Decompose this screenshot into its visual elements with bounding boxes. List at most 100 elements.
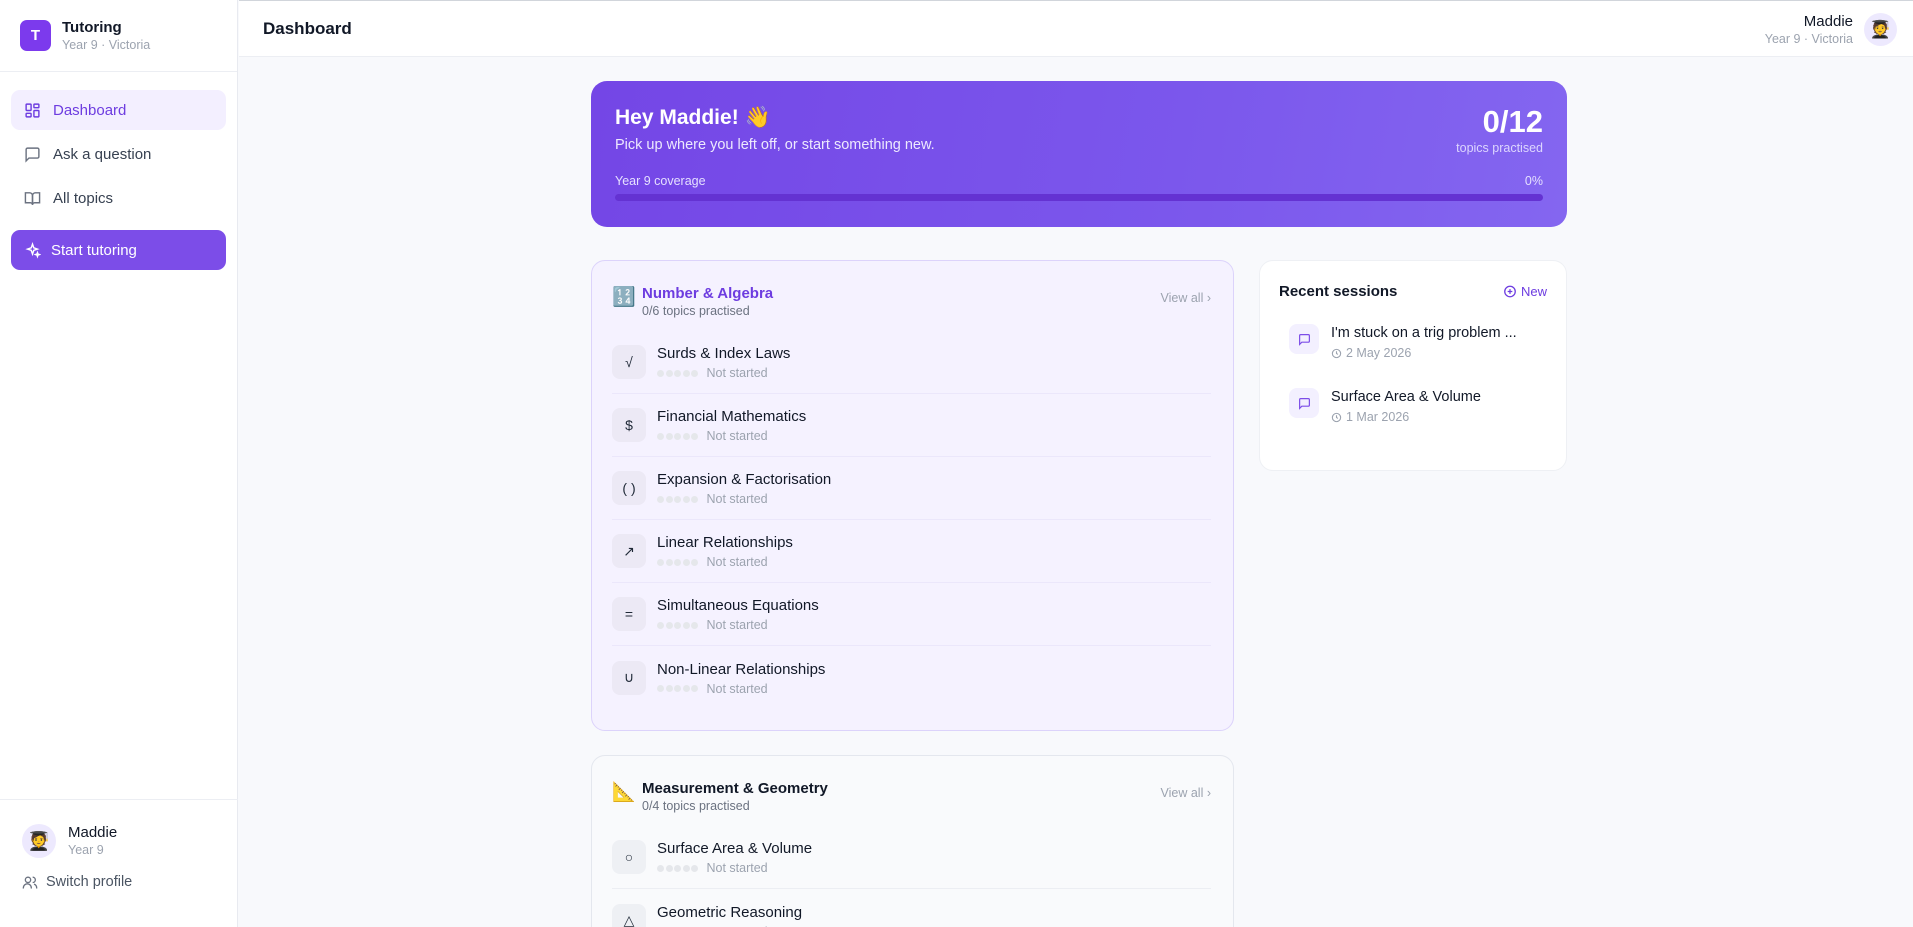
- top-user[interactable]: Maddie Year 9 · Victoria: [1765, 13, 1853, 47]
- hero-subtitle: Pick up where you left off, or start som…: [615, 137, 935, 153]
- mastery-dot: [682, 432, 690, 440]
- mastery-dots: [657, 685, 700, 692]
- card-title: Measurement & Geometry: [642, 780, 828, 797]
- mastery-dot: [665, 685, 673, 692]
- mastery-dot: [674, 685, 681, 692]
- mastery-dot: [691, 685, 698, 692]
- chat-icon: [1289, 388, 1319, 418]
- avatar: 🧑‍🎓: [22, 824, 56, 858]
- view-all-link[interactable]: View all ›: [1161, 786, 1211, 800]
- mastery-dot: [665, 432, 673, 440]
- mastery-dot: [682, 685, 690, 692]
- mastery-dot: [674, 558, 681, 566]
- topic-symbol-icon: ○: [612, 840, 646, 874]
- topic-name: Non-Linear Relationships: [657, 660, 826, 678]
- mastery-dots: [657, 432, 700, 440]
- topic-symbol-icon: △: [612, 903, 646, 927]
- session-title: Surface Area & Volume: [1331, 389, 1481, 405]
- topic-row[interactable]: ○ Surface Area & Volume Not started: [612, 826, 1211, 889]
- topic-row[interactable]: = Simultaneous Equations Not started: [612, 583, 1211, 646]
- mastery-dot: [665, 369, 673, 377]
- brand[interactable]: T Tutoring Year 9 · Victoria: [0, 0, 237, 72]
- topic-name: Simultaneous Equations: [657, 597, 819, 614]
- topic-row[interactable]: ∪ Non-Linear Relationships Not started: [612, 646, 1211, 709]
- mastery-dot: [691, 432, 698, 440]
- topic-name: Surds & Index Laws: [657, 345, 791, 362]
- coverage: Year 9 coverage 0%: [615, 174, 1543, 201]
- topic-row[interactable]: $ Financial Mathematics Not started: [612, 394, 1211, 457]
- avatar[interactable]: 🧑‍🎓: [1864, 13, 1897, 46]
- hero-banner: Hey Maddie! 👋 Pick up where you left off…: [591, 81, 1567, 227]
- topic-row[interactable]: △Geometric ReasoningNot started: [612, 889, 1211, 927]
- mastery-dot: [674, 369, 681, 377]
- coverage-percent: 0%: [1524, 174, 1543, 188]
- mastery-dots: [657, 369, 700, 377]
- mastery-dot: [657, 864, 664, 872]
- recent-sessions-panel: Recent sessions New I'm stuck on a trig …: [1259, 260, 1567, 471]
- ruler-icon: 📐: [612, 782, 636, 803]
- mastery-dot: [682, 621, 690, 629]
- sidebar-footer: 🧑‍🎓 Maddie Year 9 Switch profile: [0, 799, 238, 927]
- topic-row[interactable]: ( ) Expansion & Factorisation Not started: [612, 457, 1211, 520]
- switch-profile-button[interactable]: Switch profile: [0, 858, 238, 890]
- mastery-dot: [657, 369, 664, 377]
- sidebar-item-label: Dashboard: [53, 101, 127, 119]
- mastery-dot: [691, 621, 698, 629]
- sidebar-profile[interactable]: 🧑‍🎓 Maddie Year 9: [0, 800, 238, 858]
- profile-subtitle: Year 9: [68, 843, 104, 857]
- card-title: Number & Algebra: [642, 285, 774, 302]
- mastery-dot: [682, 558, 690, 566]
- view-all-link[interactable]: View all ›: [1161, 291, 1211, 305]
- coverage-progress-bar: [615, 194, 1543, 201]
- sidebar-item-dashboard[interactable]: Dashboard: [11, 90, 226, 130]
- topic-symbol-icon: ( ): [612, 471, 646, 505]
- topic-name: Financial Mathematics: [657, 408, 807, 425]
- topic-row[interactable]: ↗ Linear Relationships Not started: [612, 520, 1211, 583]
- plus-circle-icon: [1503, 285, 1517, 299]
- page-title: Dashboard: [263, 19, 352, 38]
- users-icon: [22, 874, 38, 890]
- mastery-dot: [657, 495, 664, 503]
- grid-icon: [23, 101, 41, 119]
- top-user-subtitle: Year 9 · Victoria: [1764, 32, 1853, 46]
- card-subtitle: 0/4 topics practised: [642, 799, 750, 813]
- topic-status: Not started: [706, 681, 768, 696]
- topic-card-number-algebra: 🔢 Number & Algebra 0/6 topics practised …: [591, 260, 1234, 731]
- sidebar-item-all-topics[interactable]: All topics: [11, 178, 226, 218]
- hero-score: 0/12 topics practised: [1456, 104, 1543, 156]
- start-tutoring-button[interactable]: Start tutoring: [11, 230, 226, 270]
- mastery-dots: [657, 495, 700, 503]
- card-subtitle: 0/6 topics practised: [642, 304, 750, 318]
- message-icon: [23, 145, 41, 163]
- clock-icon: [1331, 348, 1342, 359]
- top-bar: Dashboard Maddie Year 9 · Victoria 🧑‍🎓: [239, 0, 1913, 57]
- mastery-dots: [657, 558, 700, 566]
- mastery-dot: [691, 864, 698, 872]
- top-user-name: Maddie: [1803, 13, 1853, 30]
- topic-status: Not started: [706, 555, 768, 569]
- mastery-dot: [674, 864, 681, 872]
- topic-symbol-icon: √: [612, 345, 646, 379]
- topic-symbol-icon: ↗: [612, 534, 646, 568]
- mastery-dot: [691, 369, 698, 377]
- topic-symbol-icon: $: [612, 408, 646, 442]
- topic-name: Expansion & Factorisation: [657, 471, 832, 488]
- new-session-button[interactable]: New: [1503, 284, 1547, 299]
- mastery-dot: [657, 685, 664, 692]
- session-item[interactable]: Surface Area & Volume 1 Mar 2026: [1279, 388, 1547, 424]
- switch-profile-label: Switch profile: [46, 874, 133, 890]
- topic-name: Surface Area & Volume: [657, 840, 813, 857]
- brand-subtitle: Year 9 · Victoria: [62, 37, 151, 52]
- topic-status: Not started: [706, 429, 768, 443]
- topic-row[interactable]: √ Surds & Index Laws Not started: [612, 331, 1211, 394]
- mastery-dot: [682, 369, 690, 377]
- session-item[interactable]: I'm stuck on a trig problem ... 2 May 202…: [1279, 324, 1547, 360]
- topic-name: Linear Relationships: [657, 534, 793, 551]
- sidebar-item-ask-question[interactable]: Ask a question: [11, 134, 226, 174]
- mastery-dot: [674, 495, 681, 503]
- score-value: 0/12: [1482, 104, 1543, 139]
- mastery-dots: [657, 621, 700, 629]
- mastery-dot: [665, 864, 673, 872]
- mastery-dot: [691, 495, 698, 503]
- score-label: topics practised: [1456, 141, 1543, 155]
